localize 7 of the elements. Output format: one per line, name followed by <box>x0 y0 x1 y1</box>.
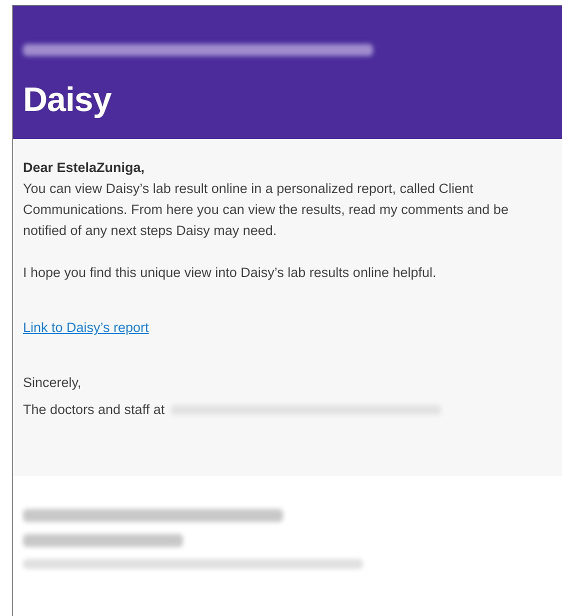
pet-name-title: Daisy <box>23 80 112 120</box>
greeting-text: Dear EstelaZuniga, <box>23 159 146 177</box>
report-link[interactable]: Link to Daisy’s report <box>23 317 149 338</box>
closing-text: Sincerely, <box>23 374 82 392</box>
paragraph-text: You can view Daisy’s lab result online in a personalized report, called Client Communications. From here you can view the results, read my comments and be notified of any next steps Daisy may need. <box>23 180 510 240</box>
signature-text: The doctors and staff at <box>23 401 165 419</box>
paragraph-text: I hope you find this unique view into Daisy’s lab results online helpful. <box>23 264 438 282</box>
